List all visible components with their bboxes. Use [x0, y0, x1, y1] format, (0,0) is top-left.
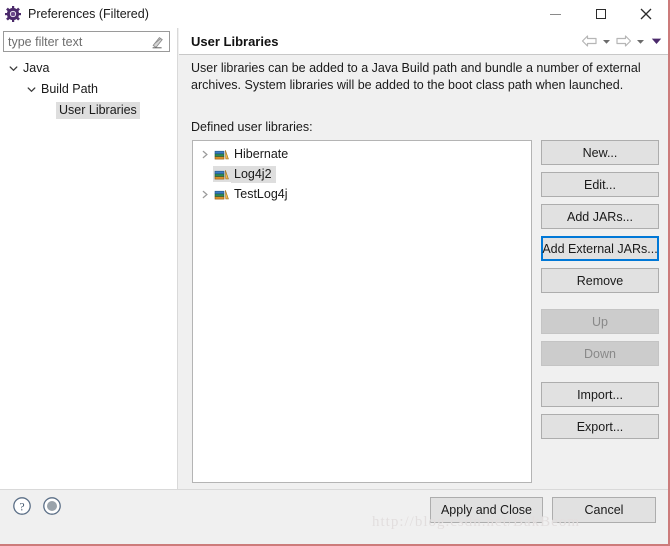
chevron-right-icon[interactable] [197, 184, 213, 204]
close-icon [640, 8, 651, 20]
minimize-icon [550, 13, 561, 15]
library-name: Hibernate [234, 146, 289, 161]
library-name: TestLog4j [234, 186, 288, 201]
sidebar-item-java[interactable]: Java [0, 58, 177, 79]
page-description: User libraries can be added to a Java Bu… [191, 61, 641, 92]
chevron-down-icon[interactable] [24, 79, 38, 100]
preferences-content-pane: User Libraries User libraries can be add… [179, 28, 668, 489]
filter-box[interactable] [3, 31, 170, 52]
minimize-button[interactable] [533, 0, 578, 28]
preferences-sidebar: Java Build Path User Libraries [0, 28, 178, 489]
arrow-left-icon[interactable] [581, 28, 598, 54]
footer-buttons: Apply and Close Cancel [429, 497, 656, 523]
sidebar-item-build-path[interactable]: Build Path [0, 79, 177, 100]
apply-and-close-button[interactable]: Apply and Close [429, 497, 543, 523]
chevron-down-filled-icon[interactable] [651, 28, 662, 54]
chevron-down-icon[interactable] [636, 28, 645, 54]
close-button[interactable] [623, 0, 668, 28]
circle-dot-icon[interactable] [42, 496, 62, 519]
defined-libraries-label: Defined user libraries: [191, 120, 313, 134]
preferences-dialog: Preferences (Filtered) type filter text … [0, 0, 670, 546]
sidebar-item-label: Java [23, 61, 50, 75]
dialog-footer: ? Apply and Close Cancel [0, 489, 668, 544]
export-button[interactable]: Export... [541, 414, 659, 439]
list-item[interactable]: Log4j2 [193, 164, 531, 184]
import-button[interactable]: Import... [541, 382, 659, 407]
library-books-icon [213, 166, 231, 182]
arrow-right-icon[interactable] [615, 28, 632, 54]
new-button[interactable]: New... [541, 140, 659, 165]
title-bar: Preferences (Filtered) [0, 0, 668, 28]
remove-button[interactable]: Remove [541, 268, 659, 293]
search-input[interactable] [4, 33, 148, 50]
window-title: Preferences (Filtered) [28, 7, 149, 21]
cancel-button[interactable]: Cancel [552, 497, 656, 523]
up-button[interactable]: Up [541, 309, 659, 334]
library-actions: New... Edit... Add JARs... Add External … [541, 140, 659, 446]
preferences-gear-icon [5, 6, 21, 22]
page-title: User Libraries [191, 33, 279, 49]
add-jars-button[interactable]: Add JARs... [541, 204, 659, 229]
footer-icons: ? [12, 496, 62, 519]
user-libraries-list[interactable]: Hibernate Log4j2 TestLog4j [192, 140, 532, 483]
down-button[interactable]: Down [541, 341, 659, 366]
svg-text:?: ? [19, 501, 24, 513]
library-name: Log4j2 [231, 165, 276, 183]
sidebar-item-label: User Libraries [56, 102, 140, 119]
library-books-icon [213, 186, 231, 202]
chevron-down-icon[interactable] [6, 58, 20, 79]
sidebar-item-user-libraries[interactable]: User Libraries [0, 100, 177, 121]
maximize-button[interactable] [578, 0, 623, 28]
maximize-icon [595, 9, 606, 19]
edit-button[interactable]: Edit... [541, 172, 659, 197]
chevron-right-icon[interactable] [197, 144, 213, 164]
add-external-jars-button[interactable]: Add External JARs... [541, 236, 659, 261]
clear-filter-eraser-icon[interactable] [148, 34, 166, 50]
header-navigation [581, 28, 662, 54]
preferences-tree: Java Build Path User Libraries [0, 58, 177, 121]
library-books-icon [213, 146, 231, 162]
list-item[interactable]: TestLog4j [193, 184, 531, 204]
help-question-icon[interactable]: ? [12, 496, 32, 519]
content-header: User Libraries [179, 28, 668, 55]
list-item[interactable]: Hibernate [193, 144, 531, 164]
window-controls [533, 0, 668, 28]
chevron-placeholder [197, 164, 213, 184]
sidebar-item-label: Build Path [41, 82, 98, 96]
chevron-down-icon[interactable] [602, 28, 611, 54]
